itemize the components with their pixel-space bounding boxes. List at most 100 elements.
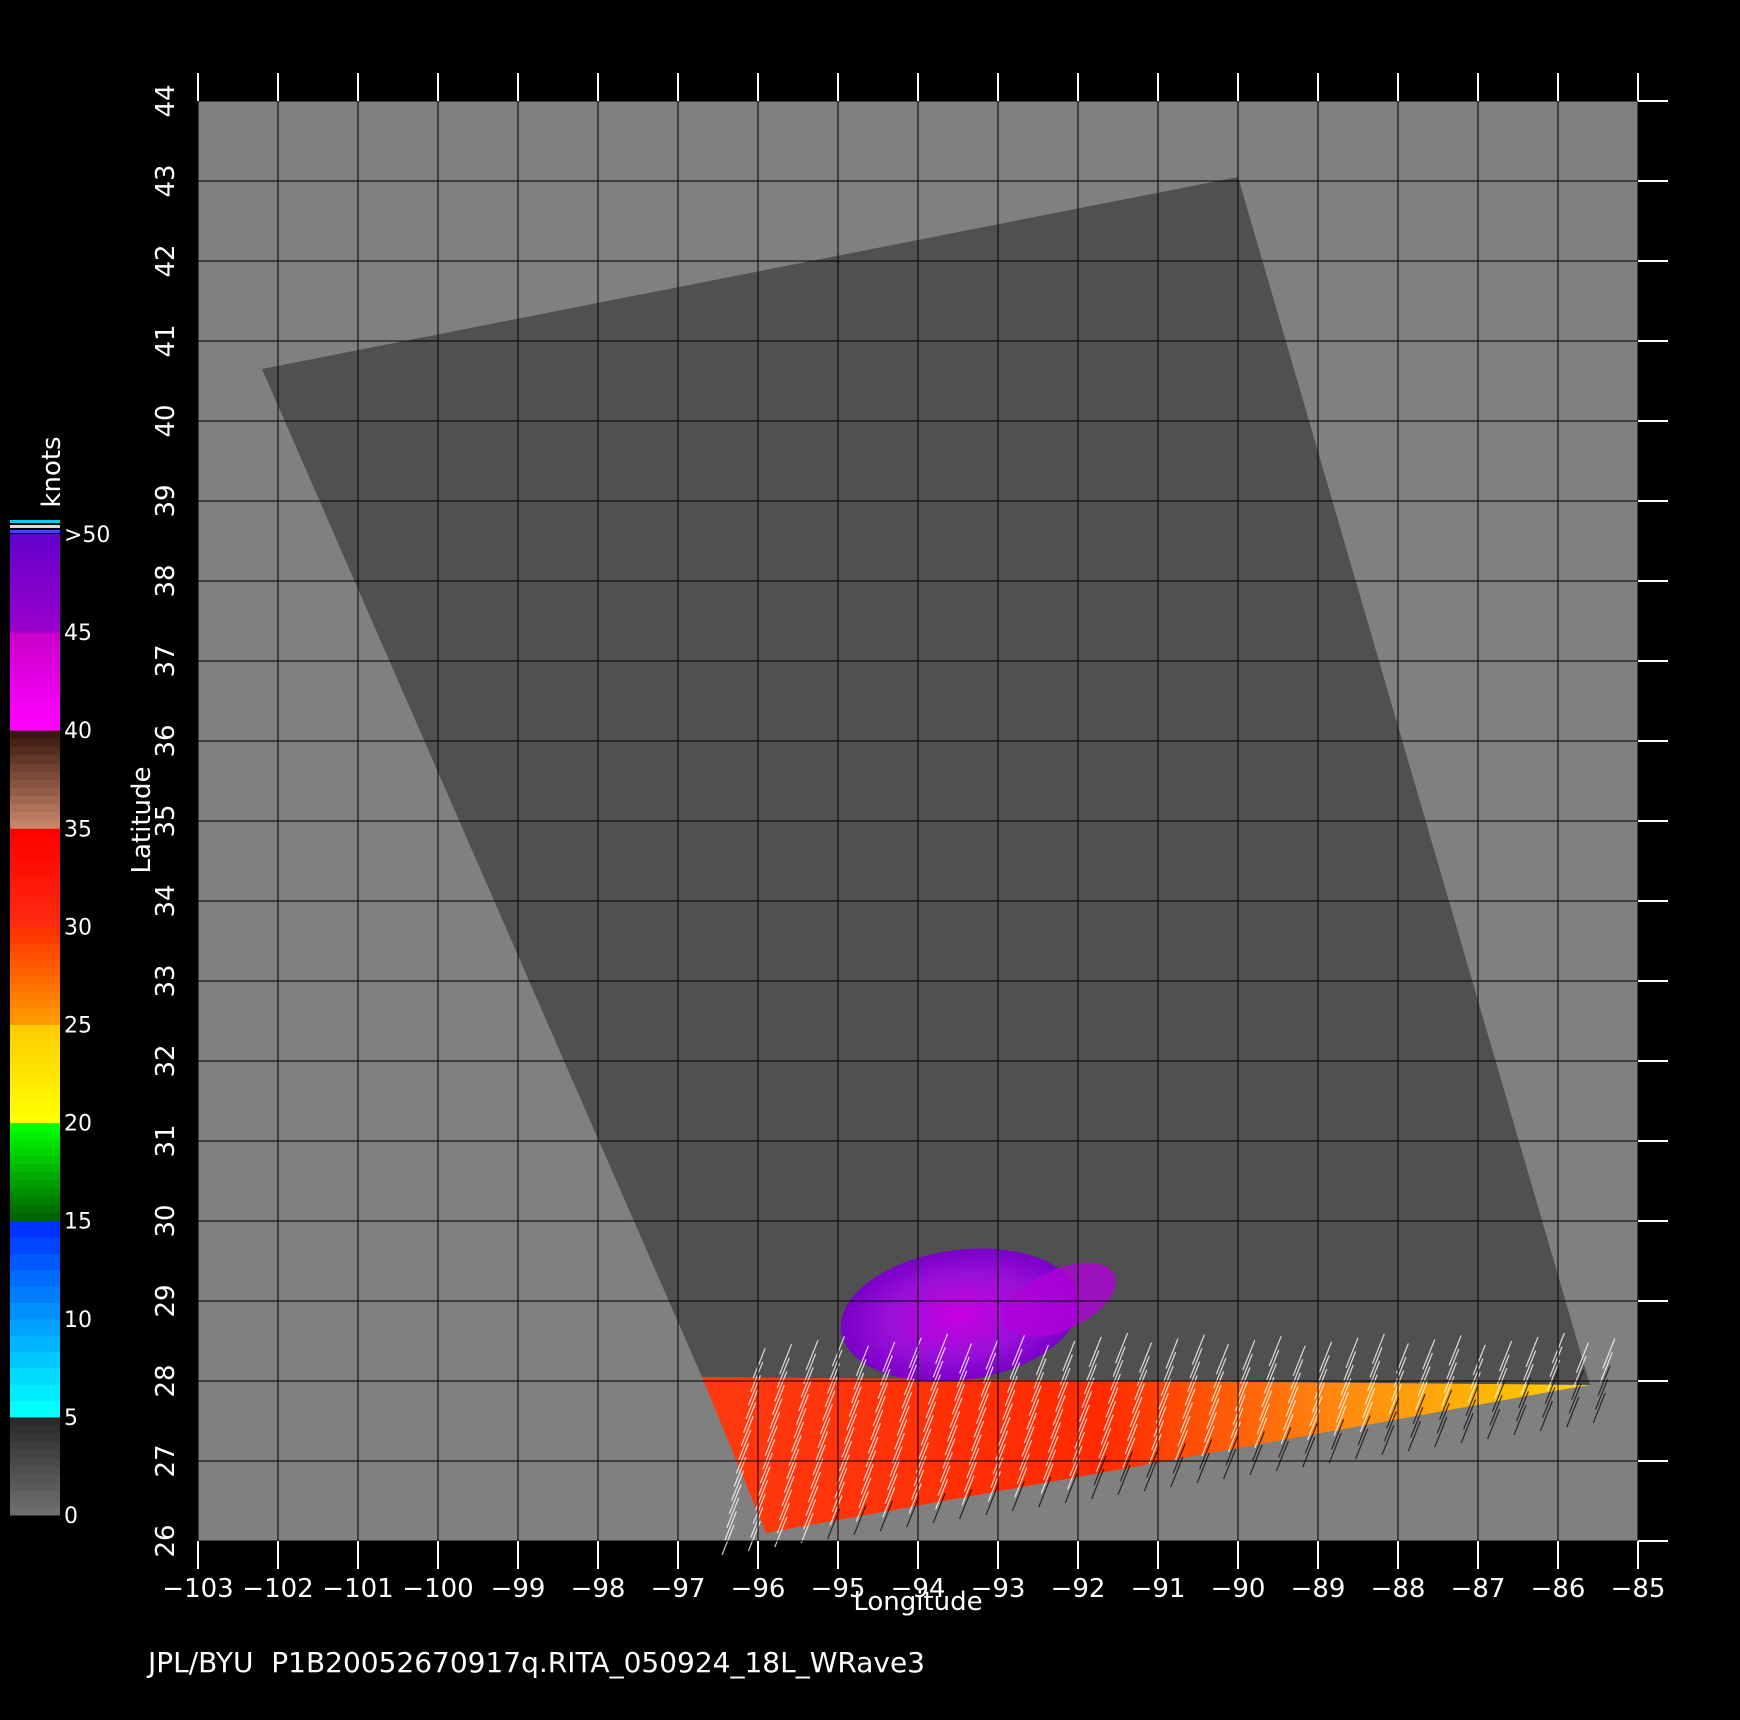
y-tick-label: 30 [151, 1204, 181, 1237]
colorbar-band [10, 640, 60, 649]
colorbar-tick-label: 5 [64, 1406, 78, 1431]
colorbar-band [10, 730, 60, 739]
y-tick-label: 39 [151, 484, 181, 517]
colorbar-band [10, 1130, 60, 1140]
x-tick-label: −103 [162, 1574, 233, 1604]
colorbar-band [10, 632, 60, 641]
colorbar-band [10, 1269, 60, 1287]
colorbar-band [10, 689, 60, 698]
x-tick-label: −85 [1611, 1574, 1666, 1604]
colorbar-band [10, 1138, 60, 1148]
x-tick-label: −91 [1131, 1574, 1186, 1604]
colorbar-band [10, 1163, 60, 1173]
colorbar-band [10, 918, 60, 927]
colorbar-band [10, 1441, 60, 1451]
colorbar-band [10, 1032, 60, 1042]
colorbar-band [10, 1106, 60, 1115]
colorbar-band [10, 1204, 60, 1214]
colorbar-band [10, 1122, 60, 1132]
colorbar-band [10, 1498, 60, 1508]
colorbar-tick-label: 45 [64, 621, 92, 646]
y-tick-label: 40 [151, 404, 181, 437]
x-axis-label: Longitude [853, 1587, 982, 1617]
y-tick-label: 38 [151, 564, 181, 597]
colorbar-band [10, 844, 60, 854]
colorbar-band [10, 1049, 60, 1058]
y-tick-label: 26 [151, 1524, 181, 1557]
colorbar-band [10, 1457, 60, 1467]
colorbar-band [10, 722, 60, 731]
colorbar-band [10, 762, 60, 772]
colorbar-band [10, 1335, 60, 1352]
colorbar-band [10, 648, 60, 658]
y-tick-label: 36 [151, 724, 181, 757]
colorbar-band [10, 1089, 60, 1099]
colorbar-band [10, 542, 60, 551]
colorbar-band [10, 1367, 60, 1385]
colorbar-band [10, 1016, 60, 1025]
colorbar-band [10, 811, 60, 821]
colorbar-band [10, 1384, 60, 1402]
colorbar-band [10, 1351, 60, 1369]
x-tick-label: −92 [1051, 1574, 1106, 1604]
colorbar-band [10, 991, 60, 1001]
colorbar-tick-label: 30 [64, 915, 92, 940]
y-tick-label: 43 [151, 164, 181, 197]
colorbar-tick-label: 40 [64, 719, 92, 744]
colorbar-tick-label: 0 [64, 1504, 78, 1529]
colorbar-cap [10, 520, 60, 523]
colorbar-band [10, 779, 60, 788]
y-tick-label: 37 [151, 644, 181, 677]
colorbar-band [10, 795, 60, 805]
colorbar-band [10, 1400, 60, 1418]
colorbar-band [10, 705, 60, 715]
colorbar-band [10, 820, 60, 829]
colorbar-band [10, 787, 60, 797]
colorbar-band [10, 999, 60, 1009]
colorbar-band [10, 1196, 60, 1205]
y-tick-label: 27 [151, 1444, 181, 1477]
colorbar-band [10, 534, 60, 543]
colorbar-band [10, 1008, 60, 1017]
colorbar-band [10, 1318, 60, 1336]
colorbar-band [10, 901, 60, 911]
colorbar-band [10, 771, 60, 780]
y-tick-label: 28 [151, 1364, 181, 1397]
colorbar-band [10, 828, 60, 837]
colorbar-band [10, 1286, 60, 1303]
colorbar-band [10, 615, 60, 625]
colorbar-band [10, 754, 60, 764]
colorbar-band [10, 664, 60, 674]
colorbar-band [10, 623, 60, 633]
colorbar-tick-label: >50 [64, 523, 110, 548]
colorbar-band [10, 1433, 60, 1442]
colorbar-band [10, 885, 60, 895]
colorbar-tick-label: 20 [64, 1112, 92, 1137]
colorbar-band [10, 1416, 60, 1426]
x-tick-label: −89 [1291, 1574, 1346, 1604]
colorbar-band [10, 1490, 60, 1500]
colorbar-band [10, 1425, 60, 1434]
colorbar-band [10, 1482, 60, 1491]
colorbar-band [10, 583, 60, 592]
colorbar-band [10, 1212, 60, 1222]
colorbar-band [10, 950, 60, 960]
colorbar-band [10, 591, 60, 600]
colorbar-band [10, 1171, 60, 1181]
colorbar-band [10, 574, 60, 584]
colorbar-tick-label: 25 [64, 1014, 92, 1039]
colorbar-band [10, 1179, 60, 1189]
x-tick-label: −90 [1211, 1574, 1266, 1604]
colorbar-band [10, 926, 60, 936]
colorbar-band [10, 910, 60, 919]
colorbar-band [10, 1147, 60, 1156]
colorbar-band [10, 1220, 60, 1238]
colorbar-band [10, 1040, 60, 1050]
footer-source-text: JPL/BYU P1B20052670917q.RITA_050924_18L_… [146, 1646, 925, 1679]
colorbar-cap [10, 530, 60, 533]
colorbar-band [10, 1465, 60, 1475]
colorbar-band [10, 558, 60, 568]
colorbar-band [10, 983, 60, 993]
colorbar-band [10, 697, 60, 707]
y-tick-label: 41 [151, 324, 181, 357]
